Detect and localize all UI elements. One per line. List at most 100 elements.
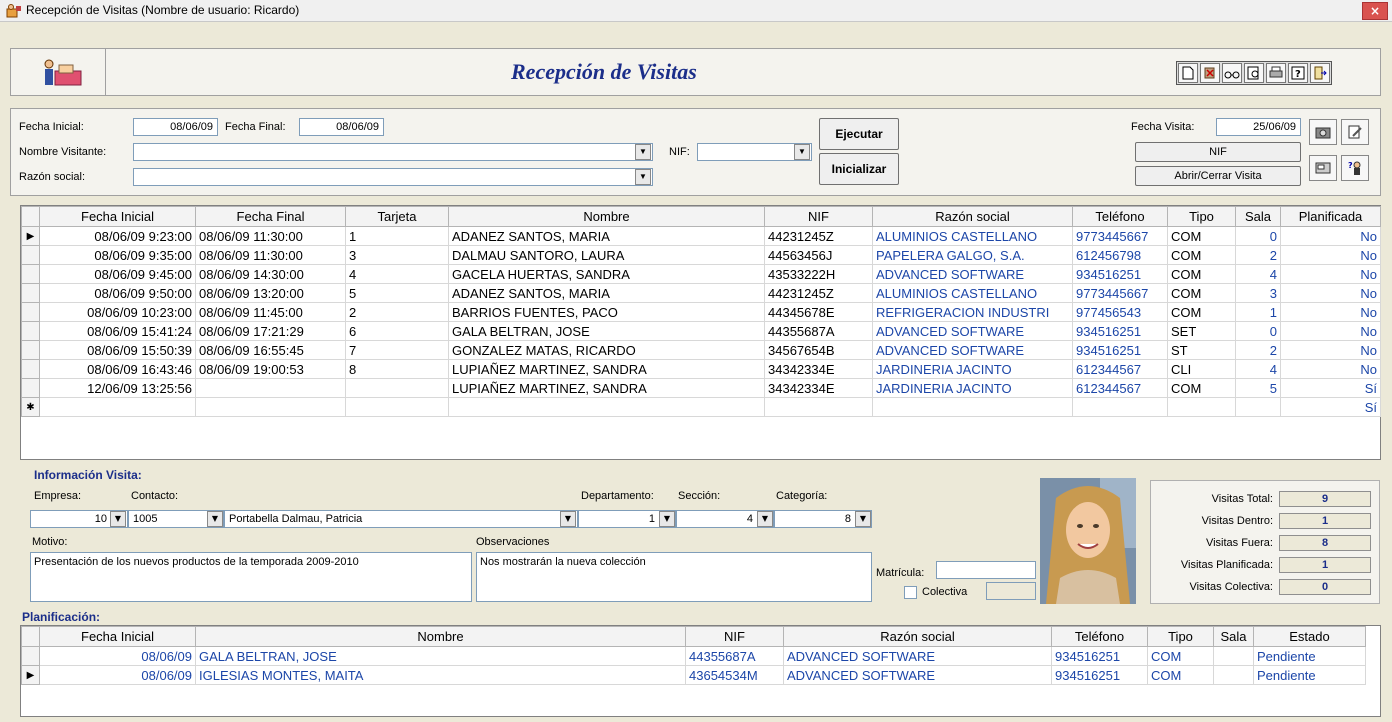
sala-cell[interactable]: 2	[1235, 245, 1281, 265]
tarjeta-cell[interactable]	[345, 397, 449, 417]
nif-cell[interactable]: 43654534M	[685, 665, 784, 685]
edit-document-icon[interactable]	[1341, 119, 1369, 145]
nif-cell[interactable]: 44355687A	[764, 321, 873, 341]
print-icon[interactable]	[1266, 63, 1286, 83]
fecha-inicial-cell[interactable]	[39, 397, 196, 417]
fecha-final-cell[interactable]	[195, 397, 346, 417]
fecha-inicial-cell[interactable]: 08/06/09	[39, 665, 196, 685]
row-selector[interactable]	[21, 283, 40, 303]
fecha-inicial-cell[interactable]: 08/06/09 9:50:00	[39, 283, 196, 303]
razon-social-cell[interactable]: ADVANCED SOFTWARE	[872, 321, 1073, 341]
planificada-cell[interactable]: No	[1280, 321, 1381, 341]
fecha-inicial-cell[interactable]: 08/06/09 9:35:00	[39, 245, 196, 265]
fecha-inicial-cell[interactable]: 08/06/09 9:45:00	[39, 264, 196, 284]
colectiva-count-input[interactable]	[986, 582, 1036, 600]
tarjeta-cell[interactable]	[345, 378, 449, 398]
fecha-inicial-cell[interactable]: 08/06/09 9:23:00	[39, 226, 196, 246]
table-row[interactable]: 08/06/09 10:23:00 08/06/09 11:45:00 2 BA…	[21, 302, 1381, 322]
nombre-cell[interactable]: ADANEZ SANTOS, MARIA	[448, 283, 765, 303]
nif-cell[interactable]: 44355687A	[685, 646, 784, 666]
nombre-cell[interactable]: BARRIOS FUENTES, PACO	[448, 302, 765, 322]
chevron-down-icon[interactable]: ▼	[757, 511, 773, 527]
camera-icon[interactable]	[1309, 119, 1337, 145]
nif-cell[interactable]: 44231245Z	[764, 226, 873, 246]
razon-social-cell[interactable]: ADVANCED SOFTWARE	[872, 264, 1073, 284]
row-selector[interactable]	[21, 321, 40, 341]
chevron-down-icon[interactable]: ▼	[110, 511, 126, 527]
nif-cell[interactable]	[764, 397, 873, 417]
tipo-cell[interactable]: COM	[1167, 264, 1236, 284]
row-selector[interactable]	[21, 264, 40, 284]
column-header[interactable]: Tarjeta	[345, 206, 449, 227]
column-header[interactable]: Estado	[1253, 626, 1366, 647]
view-glasses-icon[interactable]	[1222, 63, 1242, 83]
telefono-cell[interactable]: 612456798	[1072, 245, 1168, 265]
nombre-cell[interactable]: ADANEZ SANTOS, MARIA	[448, 226, 765, 246]
razon-social-cell[interactable]: ADVANCED SOFTWARE	[783, 646, 1052, 666]
nombre-cell[interactable]: GALA BELTRAN, JOSE	[195, 646, 686, 666]
estado-cell[interactable]: Pendiente	[1253, 646, 1366, 666]
column-header[interactable]: Tipo	[1147, 626, 1214, 647]
fecha-inicial-input[interactable]: 08/06/09	[133, 118, 218, 136]
tipo-cell[interactable]: COM	[1167, 245, 1236, 265]
sala-cell[interactable]: 0	[1235, 321, 1281, 341]
tipo-cell[interactable]	[1167, 397, 1236, 417]
tipo-cell[interactable]: COM	[1167, 302, 1236, 322]
ejecutar-button[interactable]: Ejecutar	[819, 118, 899, 150]
planificada-cell[interactable]: No	[1280, 302, 1381, 322]
help-person-icon[interactable]: ?	[1341, 155, 1369, 181]
nif-cell[interactable]: 44563456J	[764, 245, 873, 265]
column-header[interactable]: NIF	[685, 626, 784, 647]
colectiva-checkbox[interactable]	[904, 586, 917, 599]
column-header[interactable]: Nombre	[195, 626, 686, 647]
tipo-cell[interactable]: SET	[1167, 321, 1236, 341]
column-header[interactable]: Planificada	[1280, 206, 1381, 227]
preview-icon[interactable]	[1244, 63, 1264, 83]
close-button[interactable]: ×	[1362, 2, 1388, 20]
razon-social-cell[interactable]: JARDINERIA JACINTO	[872, 378, 1073, 398]
column-header[interactable]: Fecha Final	[195, 206, 346, 227]
tipo-cell[interactable]: COM	[1167, 226, 1236, 246]
new-document-icon[interactable]	[1178, 63, 1198, 83]
sala-cell[interactable]	[1213, 646, 1254, 666]
fecha-final-cell[interactable]: 08/06/09 16:55:45	[195, 340, 346, 360]
planificada-cell[interactable]: No	[1280, 245, 1381, 265]
nombre-visitante-select[interactable]	[133, 143, 653, 161]
chevron-down-icon[interactable]: ▼	[560, 511, 576, 527]
razon-social-cell[interactable]: JARDINERIA JACINTO	[872, 359, 1073, 379]
tarjeta-cell[interactable]: 4	[345, 264, 449, 284]
sala-cell[interactable]: 0	[1235, 226, 1281, 246]
nif-cell[interactable]: 44345678E	[764, 302, 873, 322]
planificada-cell[interactable]: No	[1280, 283, 1381, 303]
telefono-cell[interactable]: 934516251	[1072, 340, 1168, 360]
nombre-cell[interactable]: GACELA HUERTAS, SANDRA	[448, 264, 765, 284]
help-icon[interactable]: ?	[1288, 63, 1308, 83]
telefono-cell[interactable]: 9773445667	[1072, 226, 1168, 246]
observaciones-textarea[interactable]: Nos mostrarán la nueva colección	[476, 552, 872, 602]
abrir-cerrar-visita-button[interactable]: Abrir/Cerrar Visita	[1135, 166, 1301, 186]
tipo-cell[interactable]: COM	[1167, 283, 1236, 303]
tarjeta-cell[interactable]: 5	[345, 283, 449, 303]
chevron-down-icon[interactable]: ▼	[659, 511, 675, 527]
razon-social-cell[interactable]: REFRIGERACION INDUSTRI	[872, 302, 1073, 322]
fecha-final-cell[interactable]: 08/06/09 11:45:00	[195, 302, 346, 322]
chevron-down-icon[interactable]: ▼	[855, 511, 871, 527]
matricula-input[interactable]	[936, 561, 1036, 579]
nif-cell[interactable]: 34342334E	[764, 378, 873, 398]
column-header[interactable]: Nombre	[448, 206, 765, 227]
inicializar-button[interactable]: Inicializar	[819, 153, 899, 185]
table-row[interactable]: 08/06/09 16:43:46 08/06/09 19:00:53 8 LU…	[21, 359, 1381, 379]
tarjeta-cell[interactable]: 1	[345, 226, 449, 246]
row-selector[interactable]	[21, 245, 40, 265]
column-header[interactable]: Teléfono	[1051, 626, 1148, 647]
razon-social-cell[interactable]: PAPELERA GALGO, S.A.	[872, 245, 1073, 265]
exit-icon[interactable]	[1310, 63, 1330, 83]
fecha-final-cell[interactable]: 08/06/09 19:00:53	[195, 359, 346, 379]
fecha-visita-input[interactable]: 25/06/09	[1216, 118, 1301, 136]
row-selector[interactable]	[21, 340, 40, 360]
tipo-cell[interactable]: ST	[1167, 340, 1236, 360]
row-selector[interactable]	[21, 359, 40, 379]
row-selector[interactable]: ▶	[21, 226, 40, 246]
table-row[interactable]: ▶ 08/06/09 9:23:00 08/06/09 11:30:00 1 A…	[21, 226, 1381, 246]
planificada-cell[interactable]: No	[1280, 226, 1381, 246]
